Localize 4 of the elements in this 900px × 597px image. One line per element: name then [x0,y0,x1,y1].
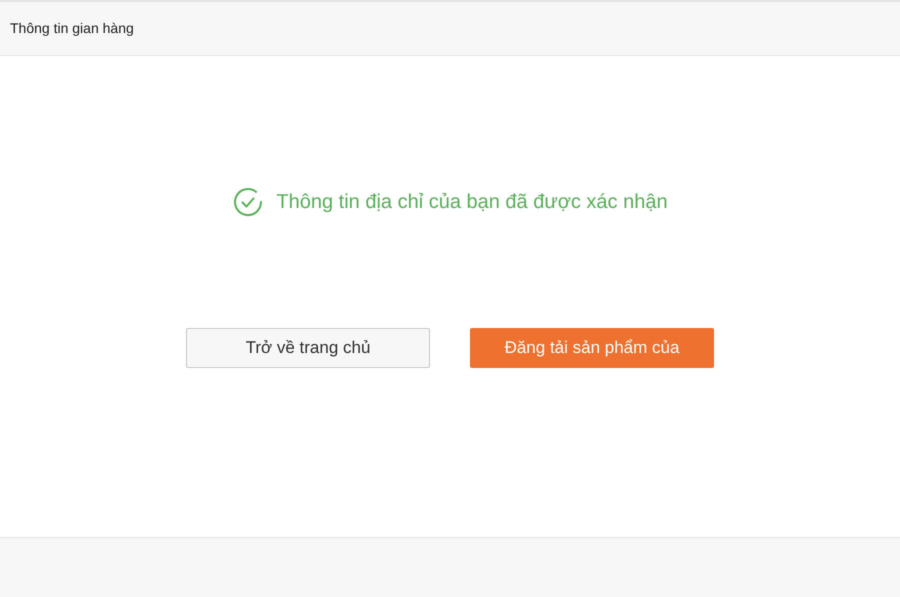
check-circle-icon [232,186,264,218]
home-button[interactable]: Trở về trang chủ [186,328,430,368]
confirmation-message: Thông tin địa chỉ của bạn đã được xác nhận [276,190,668,215]
header-title: Thông tin gian hàng [10,19,134,38]
